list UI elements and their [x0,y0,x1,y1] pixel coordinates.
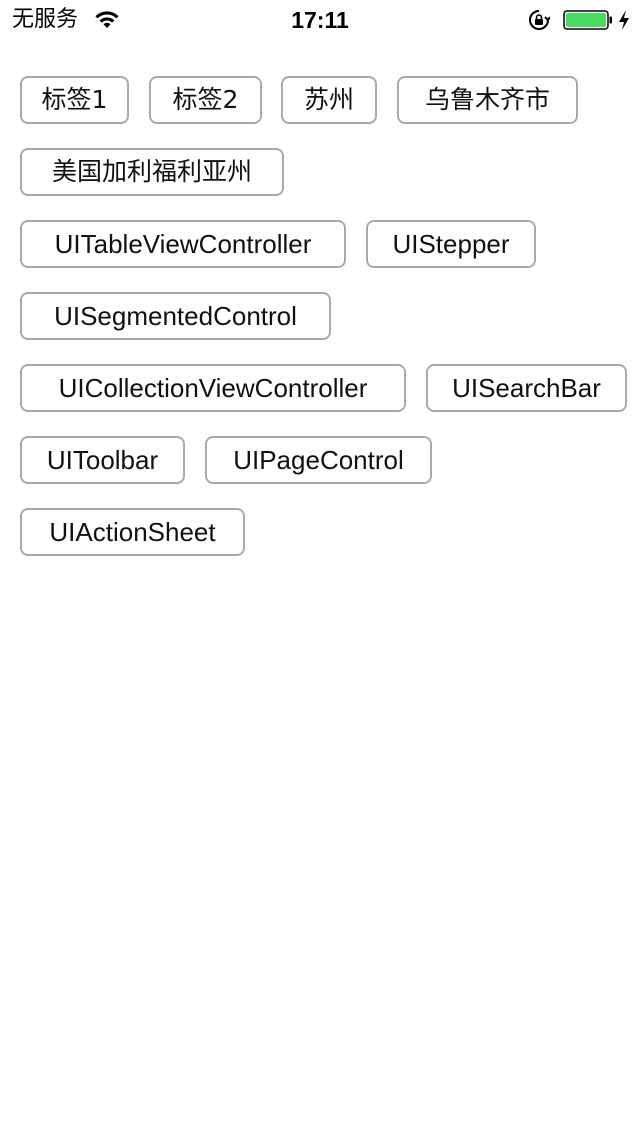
battery-level-fill [566,13,606,27]
tag-button[interactable]: UISearchBar [426,364,627,412]
tag-button[interactable]: UIActionSheet [20,508,245,556]
charging-bolt-icon [619,10,629,30]
tag-button[interactable]: UIPageControl [205,436,432,484]
tag-button[interactable]: 美国加利福利亚州 [20,148,284,196]
tag-button[interactable]: UIToolbar [20,436,185,484]
status-bar: 无服务 17:11 [0,0,640,40]
tag-button[interactable]: 标签1 [20,76,129,124]
orientation-lock-icon [529,10,550,30]
tag-button[interactable]: 苏州 [281,76,377,124]
battery-icon [563,10,612,30]
tag-button[interactable]: UICollectionViewController [20,364,406,412]
tag-button[interactable]: UIStepper [366,220,536,268]
tag-button[interactable]: UITableViewController [20,220,346,268]
tag-button[interactable]: 乌鲁木齐市 [397,76,578,124]
tag-button[interactable]: 标签2 [149,76,262,124]
tag-button[interactable]: UISegmentedControl [20,292,331,340]
